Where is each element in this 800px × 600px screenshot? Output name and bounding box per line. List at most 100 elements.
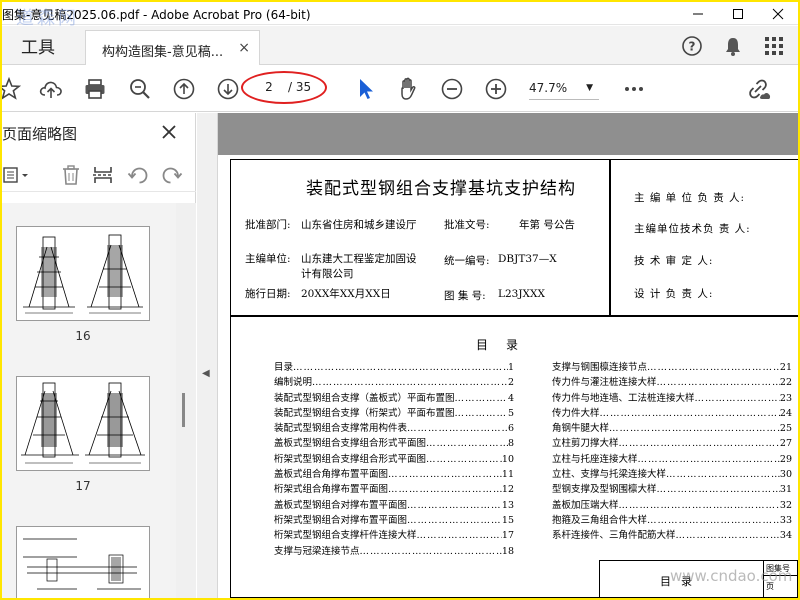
toc-entry[interactable]: 角钢牛腿大样……………………………………………………………………25 bbox=[552, 421, 792, 436]
next-page-button[interactable] bbox=[215, 76, 241, 102]
zoom-out-button[interactable] bbox=[439, 76, 465, 102]
close-panel-button[interactable] bbox=[162, 119, 176, 139]
toc-entry[interactable]: 目录……………………………………………………………………1 bbox=[274, 360, 514, 375]
bookmark-star-button[interactable] bbox=[2, 76, 22, 102]
toc-entry[interactable]: 桁架式型钢组合支撑杆件连接大样…………………………………………………………………… bbox=[274, 528, 514, 543]
upload-cloud-button[interactable] bbox=[38, 76, 64, 102]
toc-entry-leader: …………………………………………………………………… bbox=[618, 438, 780, 450]
close-tab-button[interactable]: × bbox=[238, 40, 250, 56]
toc-entry[interactable]: 传力件与地连墙、工法桩连接大样…………………………………………………………………… bbox=[552, 391, 792, 406]
plus-circle-icon bbox=[485, 78, 507, 100]
toc-entry-page: 33 bbox=[779, 514, 792, 526]
document-viewport: 装配式型钢组合支撑基坑支护结构 批准部门: 山东省住房和城乡建设厅 批准文号: … bbox=[218, 113, 798, 598]
share-link-button[interactable] bbox=[746, 76, 772, 102]
atlas-no-label: 图 集 号: bbox=[444, 290, 486, 302]
page-thumbnail-16[interactable] bbox=[16, 226, 150, 321]
toc-entry[interactable]: 传力件与灌注桩连接大样……………………………………………………………………22 bbox=[552, 375, 792, 390]
atlas-no-value: L23JXXX bbox=[498, 288, 545, 300]
toc-entry-page: 32 bbox=[779, 499, 792, 511]
toc-entry[interactable]: 型钢支撑及型钢围檩大样……………………………………………………………………31 bbox=[552, 482, 792, 497]
toc-entry-title: 桁架式型钢组合对撑布置平面图 bbox=[274, 514, 408, 526]
zoom-in-button[interactable] bbox=[483, 76, 509, 102]
toc-entry-leader: …………………………………………………………………… bbox=[647, 514, 780, 526]
toc-entry[interactable]: 系杆连接件、三角件配筋大样……………………………………………………………………3… bbox=[552, 528, 792, 543]
toc-entry[interactable]: 编制说明……………………………………………………………………2 bbox=[274, 375, 514, 390]
toc-entry-page: 23 bbox=[779, 392, 792, 404]
list-options-icon bbox=[3, 167, 28, 183]
tab-document[interactable]: 构构造图集-意见稿... × bbox=[85, 30, 260, 65]
panel-splitter[interactable]: ◀ bbox=[197, 113, 218, 598]
page-thumbnail-17[interactable] bbox=[16, 376, 150, 471]
rotate-cw-icon bbox=[162, 167, 183, 184]
notifications-button[interactable] bbox=[721, 34, 745, 58]
rotate-left-button[interactable] bbox=[125, 163, 151, 187]
more-tools-button[interactable] bbox=[621, 76, 647, 102]
maximize-button[interactable] bbox=[718, 2, 758, 25]
toc-entry-leader: …………………………………………………………………… bbox=[454, 407, 508, 419]
toc-entry[interactable]: 桁架式组合角撑布置平面图……………………………………………………………………12 bbox=[274, 482, 514, 497]
insert-page-button[interactable] bbox=[90, 163, 116, 187]
toc-entry-page: 15 bbox=[501, 514, 514, 526]
toc-entry-page: 27 bbox=[779, 438, 792, 450]
toc-entry[interactable]: 盖板加压端大样……………………………………………………………………32 bbox=[552, 498, 792, 513]
toc-entry[interactable]: 传力件大样……………………………………………………………………24 bbox=[552, 406, 792, 421]
print-button[interactable] bbox=[82, 76, 108, 102]
toc-entry[interactable]: 支撑与钢围檩连接节点……………………………………………………………………21 bbox=[552, 360, 792, 375]
drawing-frame: 装配式型钢组合支撑基坑支护结构 批准部门: 山东省住房和城乡建设厅 批准文号: … bbox=[230, 159, 798, 598]
thumbnail-label-17: 17 bbox=[75, 479, 91, 493]
panel-title: 页面缩略图 bbox=[2, 125, 78, 143]
minus-circle-icon bbox=[441, 78, 463, 100]
thumbnail-label-16: 16 bbox=[75, 329, 91, 343]
toc-entry[interactable]: 桁架式型钢组合支撑组合形式平面图………………………………………………………………… bbox=[274, 452, 514, 467]
collapse-left-icon[interactable]: ◀ bbox=[202, 368, 210, 379]
tab-tools[interactable]: 工具 bbox=[2, 26, 74, 65]
grid-apps-icon bbox=[765, 37, 783, 55]
pdf-page: 装配式型钢组合支撑基坑支护结构 批准部门: 山东省住房和城乡建设厅 批准文号: … bbox=[218, 155, 798, 598]
approval-doc-value: 年第 号公告 bbox=[519, 219, 575, 231]
toc-entry[interactable]: 抱箍及三角组合件大样……………………………………………………………………33 bbox=[552, 513, 792, 528]
arrow-down-circle-icon bbox=[217, 78, 239, 100]
thumbnail-scrollbar[interactable] bbox=[176, 203, 196, 598]
toc-entry[interactable]: 立柱剪刀撑大样……………………………………………………………………27 bbox=[552, 436, 792, 451]
zoom-level-select[interactable]: 47.7% ▼ bbox=[529, 76, 599, 100]
toc-entry-title: 盖板加压端大样 bbox=[552, 499, 619, 511]
toc-entry[interactable]: 盖板式组合角撑布置平面图……………………………………………………………………11 bbox=[274, 467, 514, 482]
close-window-button[interactable] bbox=[758, 2, 798, 25]
page-thumbnail-18[interactable] bbox=[16, 526, 150, 598]
main-toolbar: 2 / 35 47.7% ▼ bbox=[2, 65, 798, 112]
editor-value-line2: 计有限公司 bbox=[301, 268, 354, 280]
toc-entry-title: 桁架式型钢组合支撑组合形式平面图 bbox=[274, 453, 427, 465]
thumbnail-scrollbar-thumb[interactable] bbox=[182, 393, 185, 427]
toc-entry-title: 传力件与地连墙、工法桩连接大样 bbox=[552, 392, 695, 404]
toc-entry-page: 11 bbox=[501, 469, 514, 481]
approval-dept-label: 批准部门: bbox=[245, 219, 291, 231]
toc-right-column: 支撑与钢围檩连接节点……………………………………………………………………21传力… bbox=[552, 360, 792, 544]
toc-entry[interactable]: 盖板式型钢组合支撑组合形式平面图………………………………………………………………… bbox=[274, 436, 514, 451]
toc-entry[interactable]: 立柱与托座连接大样……………………………………………………………………29 bbox=[552, 452, 792, 467]
select-tool-button[interactable] bbox=[352, 76, 378, 102]
toc-entry[interactable]: 装配式型钢组合支撑常用构件表……………………………………………………………………… bbox=[274, 421, 514, 436]
toc-entry-page: 17 bbox=[501, 530, 514, 542]
delete-page-button[interactable] bbox=[58, 163, 84, 187]
toc-entry[interactable]: 支撑与冠梁连接节点……………………………………………………………………18 bbox=[274, 544, 514, 559]
help-icon: ? bbox=[682, 36, 702, 56]
toc-entry[interactable]: 立柱、支撑与托梁连接大样……………………………………………………………………30 bbox=[552, 467, 792, 482]
apps-button[interactable] bbox=[762, 34, 786, 58]
minimize-button[interactable] bbox=[678, 2, 718, 25]
toc-entry[interactable]: 盖板式型钢组合对撑布置平面图……………………………………………………………………… bbox=[274, 498, 514, 513]
toc-entry[interactable]: 桁架式型钢组合对撑布置平面图……………………………………………………………………… bbox=[274, 513, 514, 528]
hand-icon bbox=[401, 77, 416, 100]
thumbnail-options-button[interactable] bbox=[2, 163, 34, 187]
toc-entry[interactable]: 装配式型钢组合支撑（盖板式）平面布置图………………………………………………………… bbox=[274, 391, 514, 406]
help-button[interactable]: ? bbox=[680, 34, 704, 58]
hand-tool-button[interactable] bbox=[395, 76, 421, 102]
toc-entry-title: 立柱剪刀撑大样 bbox=[552, 438, 619, 450]
red-annotation-circle bbox=[241, 71, 327, 104]
toc-entry[interactable]: 装配式型钢组合支撑（桁架式）平面布置图………………………………………………………… bbox=[274, 406, 514, 421]
toc-entry-page: 25 bbox=[779, 423, 792, 435]
search-zoom-button[interactable] bbox=[127, 76, 153, 102]
toc-entry-page: 6 bbox=[507, 423, 514, 435]
previous-page-button[interactable] bbox=[171, 76, 197, 102]
rotate-right-button[interactable] bbox=[159, 163, 185, 187]
toc-entry-leader: …………………………………………………………………… bbox=[426, 438, 508, 450]
